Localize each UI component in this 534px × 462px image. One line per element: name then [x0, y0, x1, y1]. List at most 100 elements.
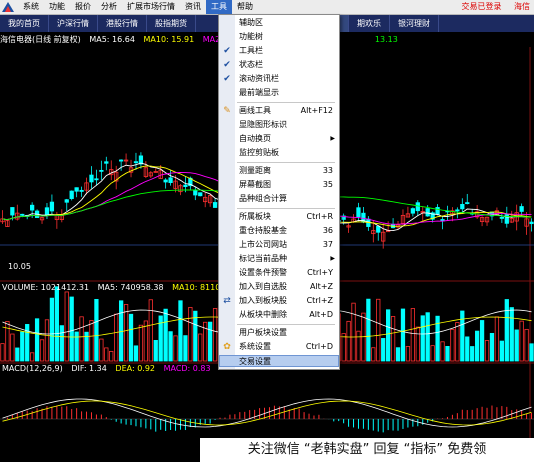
menu-quote[interactable]: 报价 — [70, 0, 96, 14]
candlestick — [460, 204, 465, 210]
menu-system[interactable]: 系统 — [18, 0, 44, 14]
tools-menu-item[interactable]: 用户板块设置 — [219, 327, 339, 339]
volume-bar — [494, 316, 500, 362]
candlestick — [415, 202, 420, 212]
menu-item-label: 测量距离 — [239, 166, 271, 175]
volume-bar — [94, 298, 99, 362]
menu-item-shortcut: 35 — [322, 180, 333, 189]
tools-menu-item[interactable]: ✔ 工具栏 — [219, 45, 339, 57]
macd-info: MACD(12,26,9) DIF: 1.34 DEA: 0.92 MACD: … — [2, 364, 217, 373]
volume-bar — [420, 315, 425, 362]
volume-bar — [440, 341, 445, 362]
tools-menu-item[interactable]: 标记当前品种 ▶ — [219, 253, 339, 265]
volume-info: VOLUME: 1021412.31 MA5: 740958.38 MA10: … — [2, 283, 249, 292]
tools-menu-item[interactable]: 设置条件预警 Ctrl+Y — [219, 267, 339, 279]
candlestick — [79, 189, 84, 192]
tools-menu-item[interactable]: 最前端显示 — [219, 87, 339, 99]
menu-extended-market[interactable]: 扩展市场行情 — [122, 0, 180, 14]
volume-bar — [5, 321, 10, 362]
candlestick — [529, 221, 534, 225]
tools-menu-item[interactable]: 所属板块 Ctrl+R — [219, 211, 339, 223]
volume-bar — [74, 331, 79, 362]
menu-item-label: 加入到自选股 — [239, 282, 287, 291]
volume-bar — [351, 302, 356, 362]
account-links: 交易已登录 海信 — [451, 0, 530, 14]
volume-bar — [99, 338, 104, 362]
tools-menu-item[interactable]: ✔ 状态栏 — [219, 59, 339, 71]
candlestick — [198, 192, 203, 197]
volume-bar — [193, 310, 198, 362]
candlestick — [119, 159, 124, 162]
tools-menu-item[interactable]: 重仓持股基金 36 — [219, 225, 339, 237]
tab-home[interactable]: 我的首页 — [0, 15, 49, 32]
tools-menu-item[interactable]: ✎ 画线工具 Alt+F12 — [219, 105, 339, 117]
volume-bar — [114, 313, 119, 362]
menu-item-label: 上市公司网站 — [239, 240, 287, 249]
menu-item-label: 加入到板块股 — [239, 296, 287, 305]
volume-bar — [465, 336, 470, 362]
volume-bar — [198, 333, 203, 362]
candlestick — [356, 207, 361, 218]
tab-hk-quotes[interactable]: 港股行情 — [98, 15, 147, 32]
volume-bar — [109, 350, 114, 362]
volume-bar — [499, 340, 504, 362]
tab-index-futures[interactable]: 股指期货 — [147, 15, 196, 32]
tools-menu-item[interactable]: 品种组合计算 — [219, 193, 339, 205]
menu-item-label: 交易设置 — [239, 357, 271, 366]
menu-tools[interactable]: 工具 — [206, 0, 232, 14]
tools-menu-item[interactable]: 功能树 — [219, 31, 339, 43]
tab-sh-sz-quotes[interactable]: 沪深行情 — [49, 15, 98, 32]
volume-bar — [188, 307, 193, 362]
volume-bar — [89, 320, 94, 362]
volume-bar — [386, 309, 391, 362]
volume-bar — [425, 312, 430, 362]
volume-bar — [208, 321, 213, 362]
volume-bar — [10, 333, 15, 362]
volume-bar — [0, 343, 5, 362]
tab-fun[interactable]: 期欢乐 — [349, 15, 390, 32]
candlestick — [455, 209, 460, 212]
candlestick — [44, 207, 50, 216]
tools-menu-item[interactable]: 交易设置 — [219, 355, 339, 367]
tools-menu-item[interactable]: 屏幕截图 35 — [219, 179, 339, 191]
ma5-value: MA5: 16.64 — [89, 35, 135, 44]
tools-menu-item[interactable]: 从板块中删除 Alt+D — [219, 309, 339, 321]
menu-item-shortcut: 33 — [322, 166, 333, 175]
candlestick — [499, 216, 504, 219]
volume-bar — [59, 325, 64, 362]
submenu-arrow-icon: ▶ — [330, 255, 335, 262]
volume-bar — [341, 333, 346, 362]
volume-bar — [484, 340, 490, 362]
tools-menu-item[interactable]: 监控剪贴板 — [219, 147, 339, 159]
hisense-link[interactable]: 海信 — [514, 2, 530, 11]
menu-function[interactable]: 功能 — [44, 0, 70, 14]
app-logo-icon — [2, 2, 14, 12]
volume-bar — [366, 298, 371, 362]
menu-item-shortcut: Alt+Z — [309, 282, 333, 291]
tab-galaxy-finance[interactable]: 银河理财 — [390, 15, 439, 32]
volume-bar — [504, 299, 509, 362]
tools-menu-item[interactable]: 上市公司网站 37 — [219, 239, 339, 251]
candlestick — [89, 174, 94, 183]
trade-login-link[interactable]: 交易已登录 — [461, 2, 501, 11]
tools-menu-item[interactable]: 测量距离 33 — [219, 165, 339, 177]
menu-item-label: 辅助区 — [239, 18, 263, 27]
volume-bar — [34, 318, 40, 362]
tools-menu-item[interactable]: ✿ 系统设置 Ctrl+D — [219, 341, 339, 353]
menu-analysis[interactable]: 分析 — [96, 0, 122, 14]
candlestick — [435, 207, 440, 215]
tools-menu-item[interactable]: 辅助区 — [219, 17, 339, 29]
volume-bar — [381, 338, 386, 362]
menu-info[interactable]: 资讯 — [180, 0, 206, 14]
menu-item-label: 最前端显示 — [239, 88, 279, 97]
tools-menu-item[interactable]: 自动换页 ▶ — [219, 133, 339, 145]
volume-bar — [173, 335, 178, 362]
tools-menu-item[interactable]: ⇄ 加入到板块股 Ctrl+Z — [219, 295, 339, 307]
candlestick — [425, 208, 430, 217]
tools-menu-item[interactable]: ✔ 滚动资讯栏 — [219, 73, 339, 85]
tools-menu-item[interactable]: 显隐图形标识 — [219, 119, 339, 131]
tools-menu-item[interactable]: 加入到自选股 Alt+Z — [219, 281, 339, 293]
menu-help[interactable]: 帮助 — [232, 0, 258, 14]
menu-item-label: 所属板块 — [239, 212, 271, 221]
volume-bar — [54, 286, 59, 362]
